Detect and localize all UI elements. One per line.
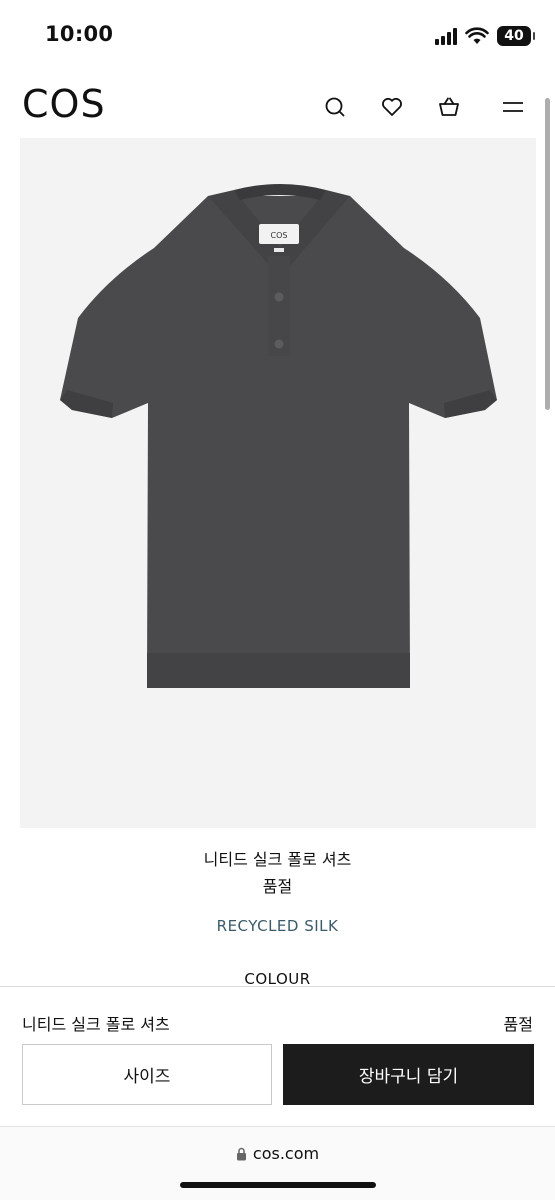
product-image[interactable]: COS [20,138,536,828]
status-icons: 40 [435,24,535,48]
status-bar: 10:00 40 [0,0,555,70]
add-to-cart-button[interactable]: 장바구니 담기 [283,1044,534,1105]
sold-out-status: 품절 [262,877,293,896]
search-icon[interactable] [322,94,348,120]
wifi-icon [465,27,489,44]
svg-text:COS: COS [271,231,288,240]
lock-icon [236,1147,246,1160]
product-title: 니티드 실크 폴로 셔츠 [203,850,352,869]
menu-icon[interactable] [500,94,526,120]
site-header: COS [0,70,555,140]
battery-level: 40 [504,28,524,44]
url-display[interactable]: cos.com [0,1144,555,1163]
browser-url-bar[interactable]: cos.com [0,1126,555,1200]
url-text: cos.com [252,1144,320,1163]
size-button[interactable]: 사이즈 [22,1044,272,1105]
page-scrollbar[interactable] [545,98,550,410]
home-indicator[interactable] [180,1182,376,1188]
basket-icon[interactable] [436,94,462,120]
cos-logo[interactable]: COS [22,82,106,126]
sticky-purchase-bar: 니티드 실크 폴로 셔츠 품절 사이즈 장바구니 담기 [0,986,555,1126]
signal-icon [435,27,457,45]
polo-shirt-image: COS [60,184,497,688]
material-link[interactable]: RECYCLED SILK [0,917,555,935]
sticky-product-name: 니티드 실크 폴로 셔츠 [22,1015,170,1034]
battery-icon: 40 [497,26,535,46]
sticky-sold-out-status: 품절 [503,1015,533,1034]
heart-icon[interactable] [379,94,405,120]
status-time: 10:00 [45,22,114,46]
